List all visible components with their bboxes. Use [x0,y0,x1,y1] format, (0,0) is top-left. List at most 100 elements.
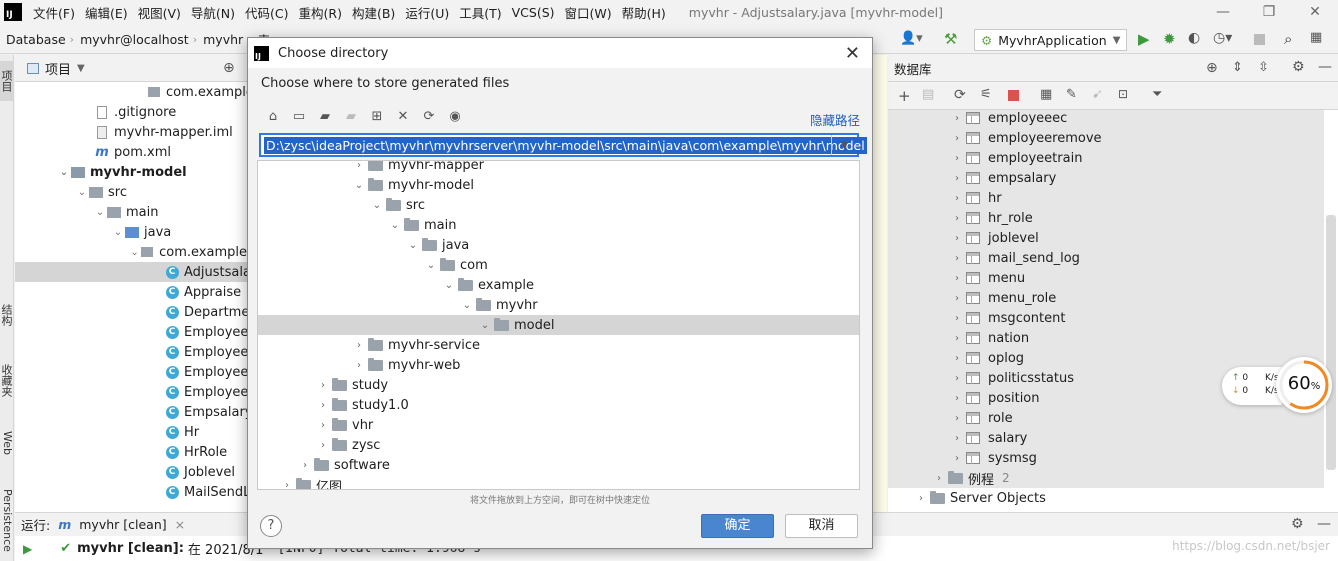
console-icon[interactable]: ⊡ [1118,87,1128,101]
user-icon[interactable]: 👤▾ [900,31,923,46]
chevron-right-icon[interactable]: › [948,193,966,204]
locate-icon[interactable]: ⊕ [223,60,235,76]
chevron-right-icon[interactable]: › [948,353,966,364]
chevron-right-icon[interactable]: › [948,173,966,184]
chevron-right-icon[interactable]: › [948,373,966,384]
db-server-objects-item[interactable]: › Server Objects [888,488,1324,508]
tree-item[interactable]: CEmployeeec [15,342,247,362]
chevron-down-icon[interactable]: ⌄ [129,247,140,258]
delete-icon[interactable]: ✕ [392,106,414,126]
db-routines-item[interactable]: › 例程 2 [888,468,1324,488]
menu-build[interactable]: 构建(B) [347,3,400,22]
show-hidden-icon[interactable]: ◉ [444,106,466,126]
home-icon[interactable]: ⌂ [262,106,284,126]
refresh-icon[interactable]: ⟳ [954,87,966,103]
directory-item[interactable]: ⌄ myvhr-model [258,175,848,195]
db-table-item[interactable]: › employeetrain [888,148,1324,168]
menu-run[interactable]: 运行(U) [400,3,454,22]
chevron-right-icon[interactable]: › [314,400,332,411]
chevron-right-icon[interactable]: › [350,161,368,171]
menu-tools[interactable]: 工具(T) [454,3,506,22]
menu-help[interactable]: 帮助(H) [617,3,671,22]
debug-icon[interactable]: ✹ [1163,30,1176,48]
tree-item[interactable]: ⌄ com.example [15,242,247,262]
db-table-item[interactable]: › employeeremove [888,128,1324,148]
locate-icon[interactable]: ⊕ [1206,60,1218,76]
menu-navigate[interactable]: 导航(N) [186,3,240,22]
chevron-right-icon[interactable]: › [948,293,966,304]
chevron-right-icon[interactable]: › [948,133,966,144]
db-table-item[interactable]: › role [888,408,1324,428]
chevron-right-icon[interactable]: › [948,313,966,324]
chevron-down-icon[interactable]: ▼ [831,135,857,155]
chevron-down-icon[interactable]: ⌄ [386,220,404,231]
properties-icon[interactable]: ▤ [922,87,934,102]
breadcrumb-connection[interactable]: myvhr@localhost [74,32,193,47]
chevron-down-icon[interactable]: ⌄ [458,300,476,311]
rerun-icon[interactable]: ▶ [23,542,32,556]
menu-window[interactable]: 窗口(W) [560,3,617,22]
tree-item[interactable]: CDepartment [15,302,247,322]
tree-item[interactable]: C HrRole [15,442,247,462]
db-table-item[interactable]: › msgcontent [888,308,1324,328]
chevron-right-icon[interactable]: › [948,213,966,224]
directory-item[interactable]: › vhr [258,415,848,435]
directory-item[interactable]: ⌄ java [258,235,848,255]
run-configuration-select[interactable]: ⚙ MyvhrApplication ▼ [974,29,1128,51]
directory-item[interactable]: ⌄ example [258,275,848,295]
tree-item[interactable]: C Appraise [15,282,247,302]
chevron-right-icon[interactable]: › [948,253,966,264]
chevron-right-icon[interactable]: › [912,493,930,504]
stop-icon[interactable] [1008,90,1019,101]
gear-icon[interactable]: ⚙ [1291,516,1304,532]
chevron-right-icon[interactable]: › [314,440,332,451]
menu-file[interactable]: 文件(F) [28,3,80,22]
tab-favorites[interactable]: 收藏夹 [0,355,14,405]
chevron-down-icon[interactable]: ⌄ [57,167,71,178]
table-icon[interactable]: ▦ [1040,87,1052,102]
profile-icon[interactable]: ◷▾ [1213,30,1232,46]
db-table-item[interactable]: › oplog [888,348,1324,368]
menu-view[interactable]: 视图(V) [133,3,186,22]
db-table-item[interactable]: › empsalary [888,168,1324,188]
edit-icon[interactable]: ✎ [1066,87,1077,102]
breadcrumb-database[interactable]: Database [0,32,70,47]
chevron-right-icon[interactable]: › [350,340,368,351]
add-icon[interactable]: + [898,87,911,105]
chevron-right-icon[interactable]: › [314,380,332,391]
chevron-down-icon[interactable]: ⌄ [350,180,368,191]
directory-item[interactable]: › 亿图 [258,475,848,489]
chevron-right-icon[interactable]: › [948,273,966,284]
chevron-right-icon[interactable]: › [314,420,332,431]
run-icon[interactable]: ▶ [1138,30,1150,48]
chevron-down-icon[interactable]: ⌄ [440,280,458,291]
directory-item[interactable]: ⌄ src [258,195,848,215]
hide-panel-icon[interactable]: — [1318,59,1332,75]
chevron-down-icon[interactable]: ⌄ [476,320,494,331]
tree-item[interactable]: com.example [15,82,247,102]
chevron-down-icon[interactable]: ⌄ [93,207,107,218]
tab-web[interactable]: Web [0,423,14,463]
chevron-down-icon[interactable]: ▼ [77,63,85,74]
close-window-icon[interactable]: ✕ [1292,0,1338,24]
directory-item[interactable]: › software [258,455,848,475]
expand-all-icon[interactable]: ⇕ [1232,60,1243,75]
hide-panel-icon[interactable]: — [1317,516,1331,532]
help-button[interactable]: ? [260,515,282,537]
tree-item[interactable]: myvhr-mapper.iml [15,122,247,142]
tree-item[interactable]: m pom.xml [15,142,247,162]
db-table-item[interactable]: › sysmsg [888,448,1324,468]
minimize-icon[interactable]: — [1200,0,1246,24]
tree-item[interactable]: ⌄ src [15,182,247,202]
search-icon[interactable]: ⌕ [1284,30,1292,48]
chevron-right-icon[interactable]: › [948,333,966,344]
db-table-item[interactable]: › mail_send_log [888,248,1324,268]
directory-item[interactable]: › study1.0 [258,395,848,415]
tree-item[interactable]: .gitignore [15,102,247,122]
hide-path-link[interactable]: 隐藏路径 [810,110,860,129]
db-table-item[interactable]: › nation [888,328,1324,348]
new-folder-icon[interactable]: ⊞ [366,106,388,126]
chevron-right-icon[interactable]: › [930,473,948,484]
menu-vcs[interactable]: VCS(S) [507,5,560,20]
tree-item[interactable]: ⌄ java [15,222,247,242]
